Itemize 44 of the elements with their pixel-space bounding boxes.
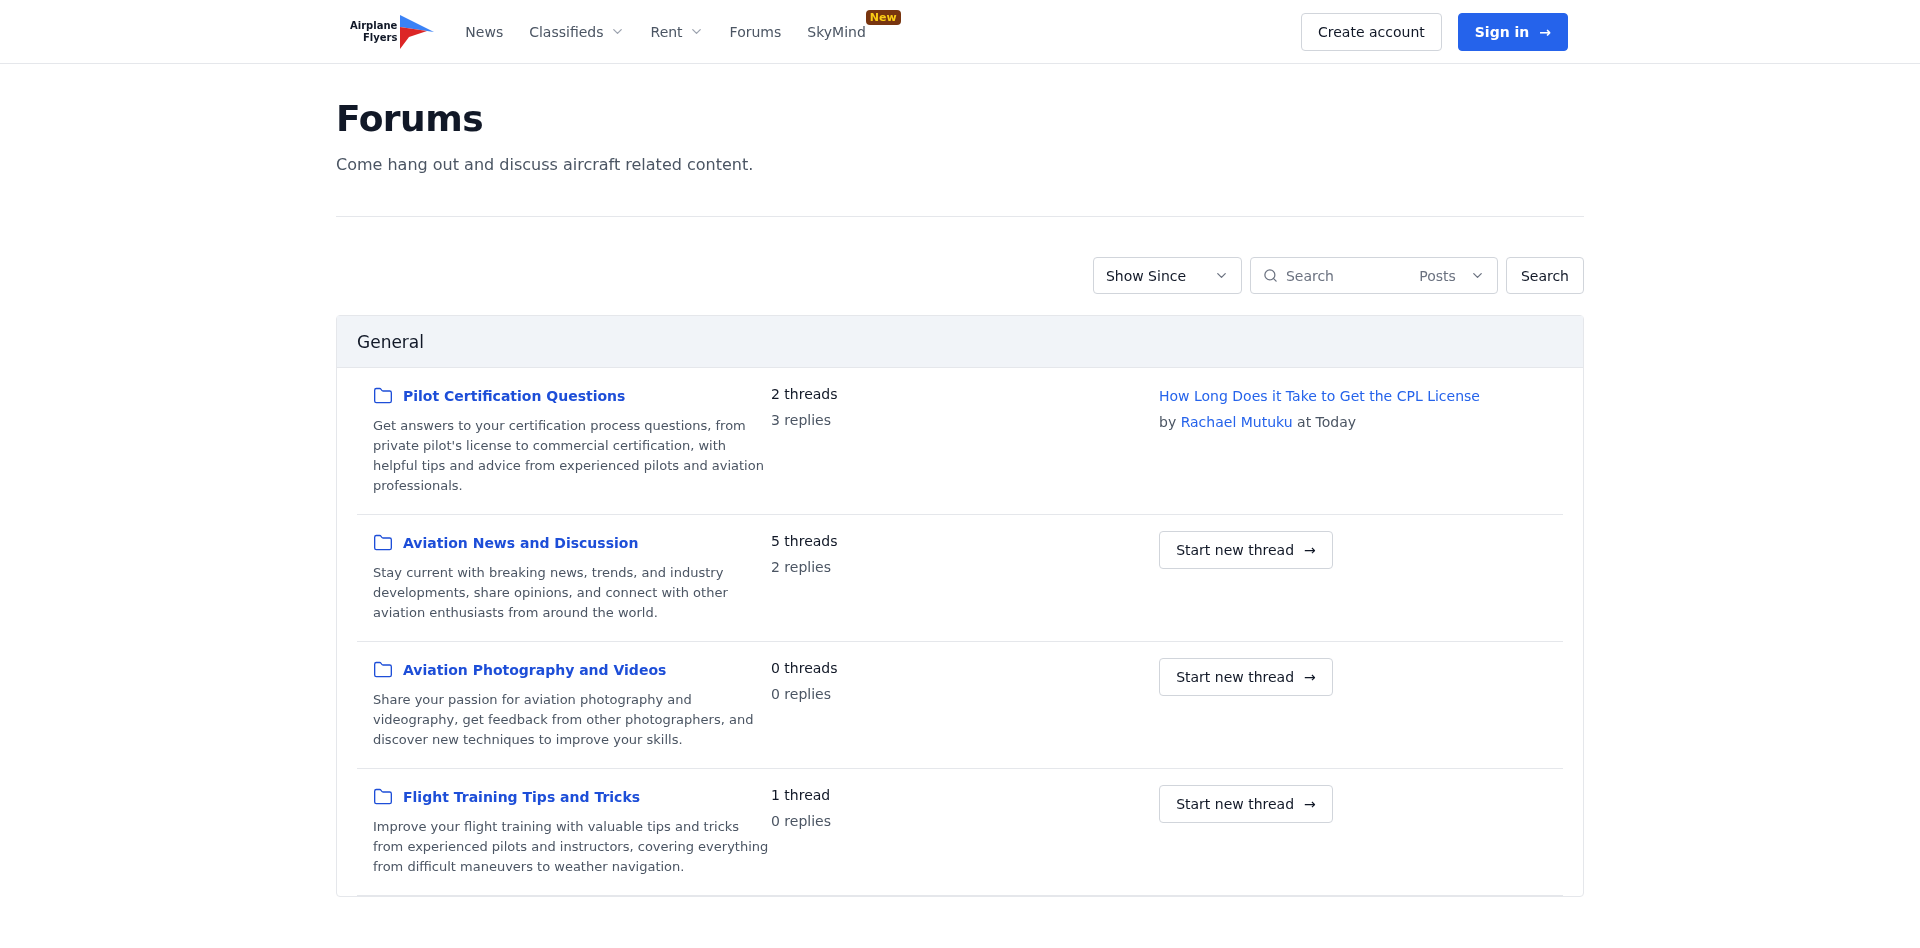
nav-link[interactable]: Classifieds [529, 23, 625, 40]
search-scope-dropdown[interactable]: Posts [1419, 267, 1485, 284]
latest-post-info: by Rachael Mutuku at Today [1159, 414, 1358, 430]
forum-description: Stay current with breaking news, trends, and industry developments, share opinions, and connect with other aviation enthusiasts from around the world. [373, 564, 729, 622]
latest-thread-link[interactable]: How Long Does it Take to Get the CPL License [1159, 388, 1547, 404]
forum-description: Get answers to your certification process questions, from private pilot's license to commercial certification, with helpful tips and advice from experienced pilots and aviation professionals. [373, 417, 765, 495]
nav-link[interactable]: Forums [729, 23, 782, 40]
search-icon [1262, 268, 1278, 283]
section-title: General [337, 316, 1583, 368]
forum-description: Share your passion for aviation photography and videography, get feedback from other photographers, and discover new techniques to improve your skills. [373, 691, 755, 749]
thread-count: 1 thread [771, 787, 832, 803]
sign-in-button[interactable]: Sign in → [1457, 12, 1568, 51]
forum-link[interactable]: Flight Training Tips and Tricks [373, 787, 771, 807]
search-field[interactable]: Search Posts [1249, 257, 1498, 294]
new-badge: New [865, 9, 901, 25]
thread-count: 0 threads [771, 660, 839, 676]
start-thread-button[interactable]: Start new thread → [1159, 785, 1333, 823]
show-since-dropdown[interactable]: Show Since [1092, 257, 1242, 294]
logo-icon [399, 14, 436, 49]
reply-count: 3 replies [771, 412, 832, 428]
page-subtitle: Come hang out and discuss aircraft related content. [336, 155, 755, 174]
nav-link[interactable]: Rent [650, 23, 704, 40]
forum-link[interactable]: Pilot Certification Questions [373, 386, 771, 406]
thread-count: 2 threads [771, 386, 839, 402]
page-title: Forums [336, 98, 485, 139]
author-link[interactable]: Rachael Mutuku [1180, 414, 1293, 430]
start-thread-button[interactable]: Start new thread → [1159, 658, 1333, 696]
logo-text[interactable]: Airplane Flyers [350, 19, 398, 44]
folder-icon [373, 533, 393, 553]
search-button[interactable]: Search [1505, 257, 1584, 294]
reply-count: 0 replies [771, 686, 832, 702]
start-thread-button[interactable]: Start new thread → [1159, 531, 1333, 569]
folder-icon [373, 660, 393, 680]
folder-icon [373, 386, 393, 406]
forum-link[interactable]: Aviation Photography and Videos [373, 660, 771, 680]
thread-count: 5 threads [771, 533, 839, 549]
nav-link[interactable]: News [465, 23, 504, 40]
folder-icon [373, 787, 393, 807]
reply-count: 0 replies [771, 813, 832, 829]
forum-link[interactable]: Aviation News and Discussion [373, 533, 771, 553]
nav-link[interactable]: SkyMind [807, 23, 866, 40]
reply-count: 2 replies [771, 559, 832, 575]
create-account-button[interactable]: Create account [1301, 12, 1442, 51]
forum-description: Improve your flight training with valuable tips and tricks from experienced pilots and instructors, covering everything from difficult maneuvers to weather navigation. [373, 818, 770, 876]
